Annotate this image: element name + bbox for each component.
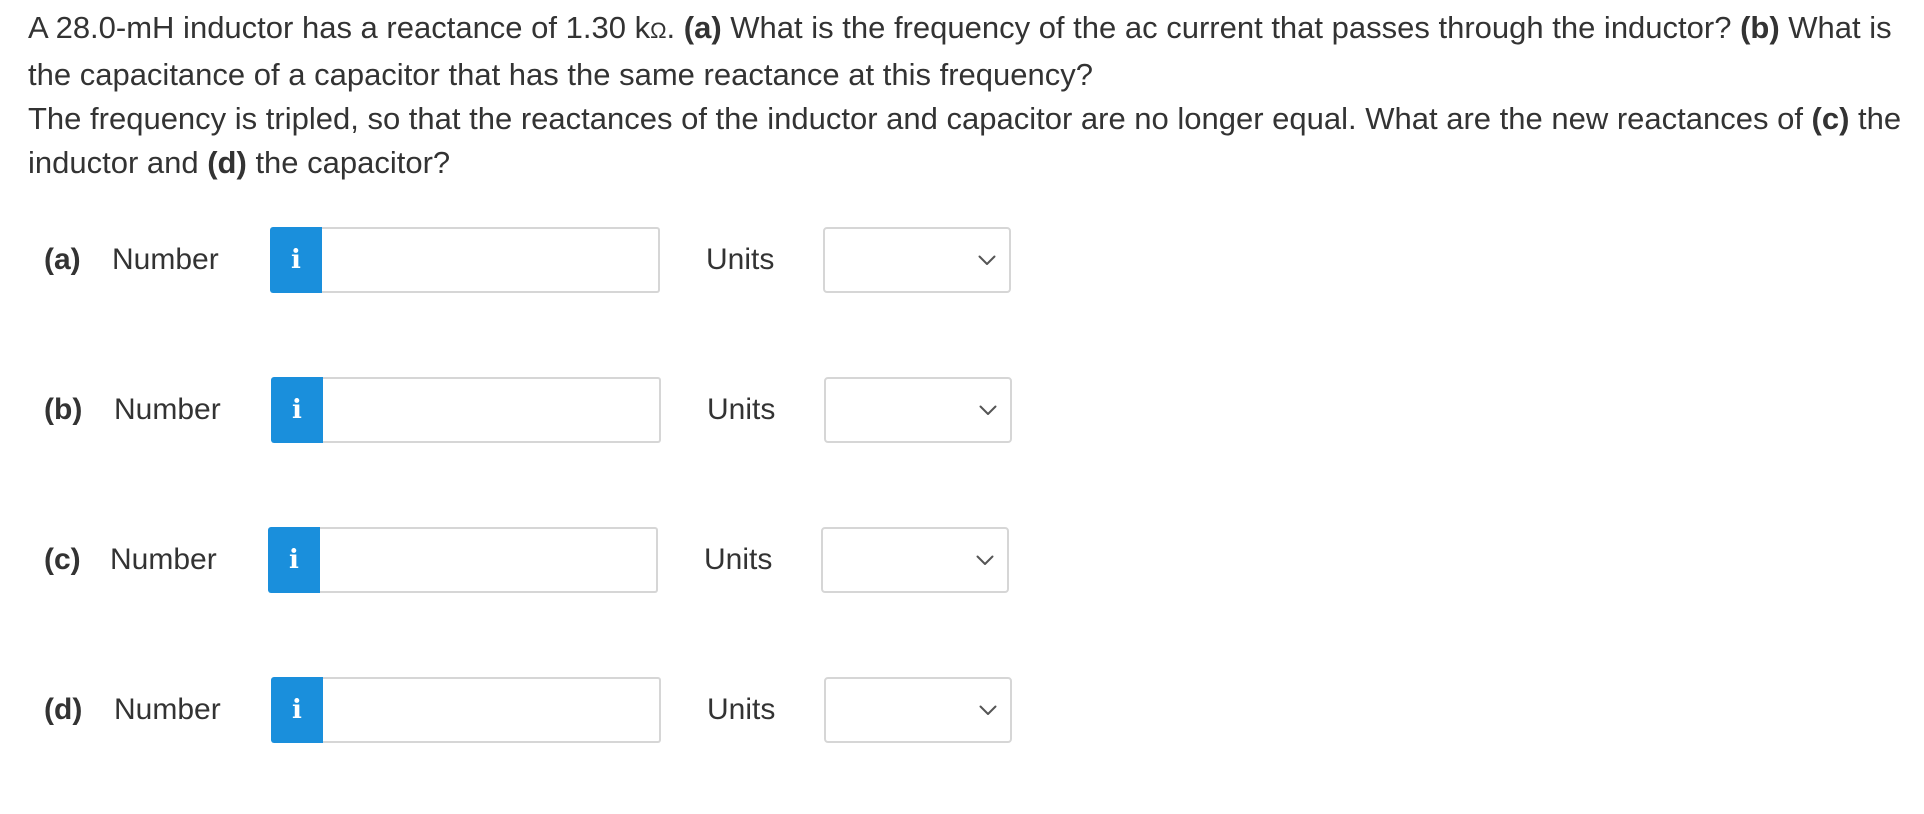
number-input[interactable] [323,677,661,743]
units-dropdown[interactable] [824,677,1012,743]
answer-row-a: (a) Number i Units [44,227,1012,293]
number-label: Number [114,693,221,726]
info-icon[interactable]: i [270,227,322,293]
part-label: (c) [44,543,81,576]
question-text: A 28.0-mH inductor has a reactance of 1.… [28,6,1908,185]
info-icon[interactable]: i [268,527,320,593]
question-paragraph-2: The frequency is tripled, so that the re… [28,97,1908,185]
units-dropdown[interactable] [823,227,1011,293]
info-icon[interactable]: i [271,677,323,743]
chevron-down-icon [973,529,997,591]
chevron-down-icon [976,679,1000,741]
answer-row-c: (c) Number i Units [44,527,1012,593]
part-a-marker: (a) [683,10,722,45]
part-a-question: What is the frequency of the ac current … [721,10,1741,45]
number-input[interactable] [322,227,660,293]
number-label: Number [112,243,219,276]
chevron-down-icon [976,379,1000,441]
part-c-marker: (c) [1811,101,1850,136]
part-label: (a) [44,243,81,276]
number-label: Number [110,543,217,576]
part-label: (d) [44,693,83,726]
part-d-marker: (d) [207,145,247,180]
units-label: Units [704,543,773,576]
ohm-symbol: Ω [650,18,667,43]
units-label: Units [707,393,776,426]
answer-row-d: (d) Number i Units [44,677,1012,743]
question-intro: A 28.0-mH inductor has a reactance of 1.… [28,10,651,45]
units-dropdown[interactable] [821,527,1009,593]
number-label: Number [114,393,221,426]
chevron-down-icon [975,229,999,291]
number-input[interactable] [323,377,661,443]
units-label: Units [707,693,776,726]
question-followup: The frequency is tripled, so that the re… [28,101,1812,136]
answer-row-b: (b) Number i Units [44,377,1012,443]
part-b-marker: (b) [1740,10,1780,45]
info-icon[interactable]: i [271,377,323,443]
units-dropdown[interactable] [824,377,1012,443]
units-label: Units [706,243,775,276]
number-input[interactable] [320,527,658,593]
part-label: (b) [44,393,83,426]
question-paragraph-1: A 28.0-mH inductor has a reactance of 1.… [28,6,1908,97]
part-d-question: the capacitor? [246,145,451,180]
question-intro-end: . [666,10,684,45]
